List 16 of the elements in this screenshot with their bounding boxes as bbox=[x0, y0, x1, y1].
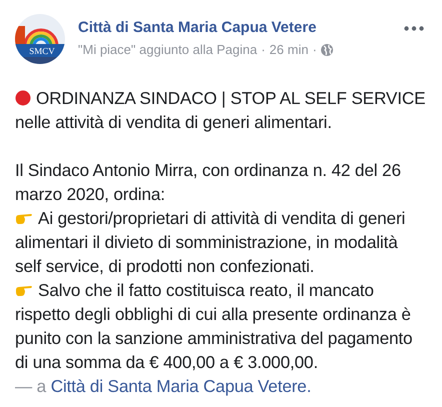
page-link[interactable]: Città di Santa Maria Capua Vetere. bbox=[50, 376, 312, 396]
separator: · bbox=[261, 42, 266, 57]
dot-icon bbox=[15, 90, 31, 106]
post-paragraph: Il Sindaco Antonio Mirra, con ordinanza n. 42 del 26 marzo 2020, ordina: bbox=[15, 160, 401, 204]
activity-text: "Mi piace" aggiunto alla Pagina bbox=[78, 42, 258, 57]
bullet-point: Salvo che il fatto costituisca reato, il mancato rispetto degli obblighi di cui alla presente ordinanza è punito con la sanzione amministrativa del pagamento di una somma da € 400,00 a € 3.000,00. bbox=[15, 279, 414, 374]
logo-icon: SMCV bbox=[15, 14, 65, 64]
pointing-hand-icon bbox=[15, 211, 33, 225]
globe-icon bbox=[320, 44, 333, 56]
pointing-hand-icon bbox=[15, 283, 33, 297]
separator: · bbox=[312, 42, 317, 57]
bullet-point: Ai gestori/proprietari di attività di vendita di generi alimentari il divieto di somministrazione, in modalità self service, di prodotti non confezionati. bbox=[15, 207, 406, 278]
more-icon[interactable] bbox=[404, 26, 424, 31]
tag-prefix: — a bbox=[15, 376, 46, 396]
post-heading: ORDINANZA SINDACO | STOP AL SELF SERVICE nelle attività di vendita di generi alimentari. bbox=[15, 87, 426, 134]
page-name-link[interactable]: Città di Santa Maria Capua Vetere bbox=[78, 19, 391, 36]
